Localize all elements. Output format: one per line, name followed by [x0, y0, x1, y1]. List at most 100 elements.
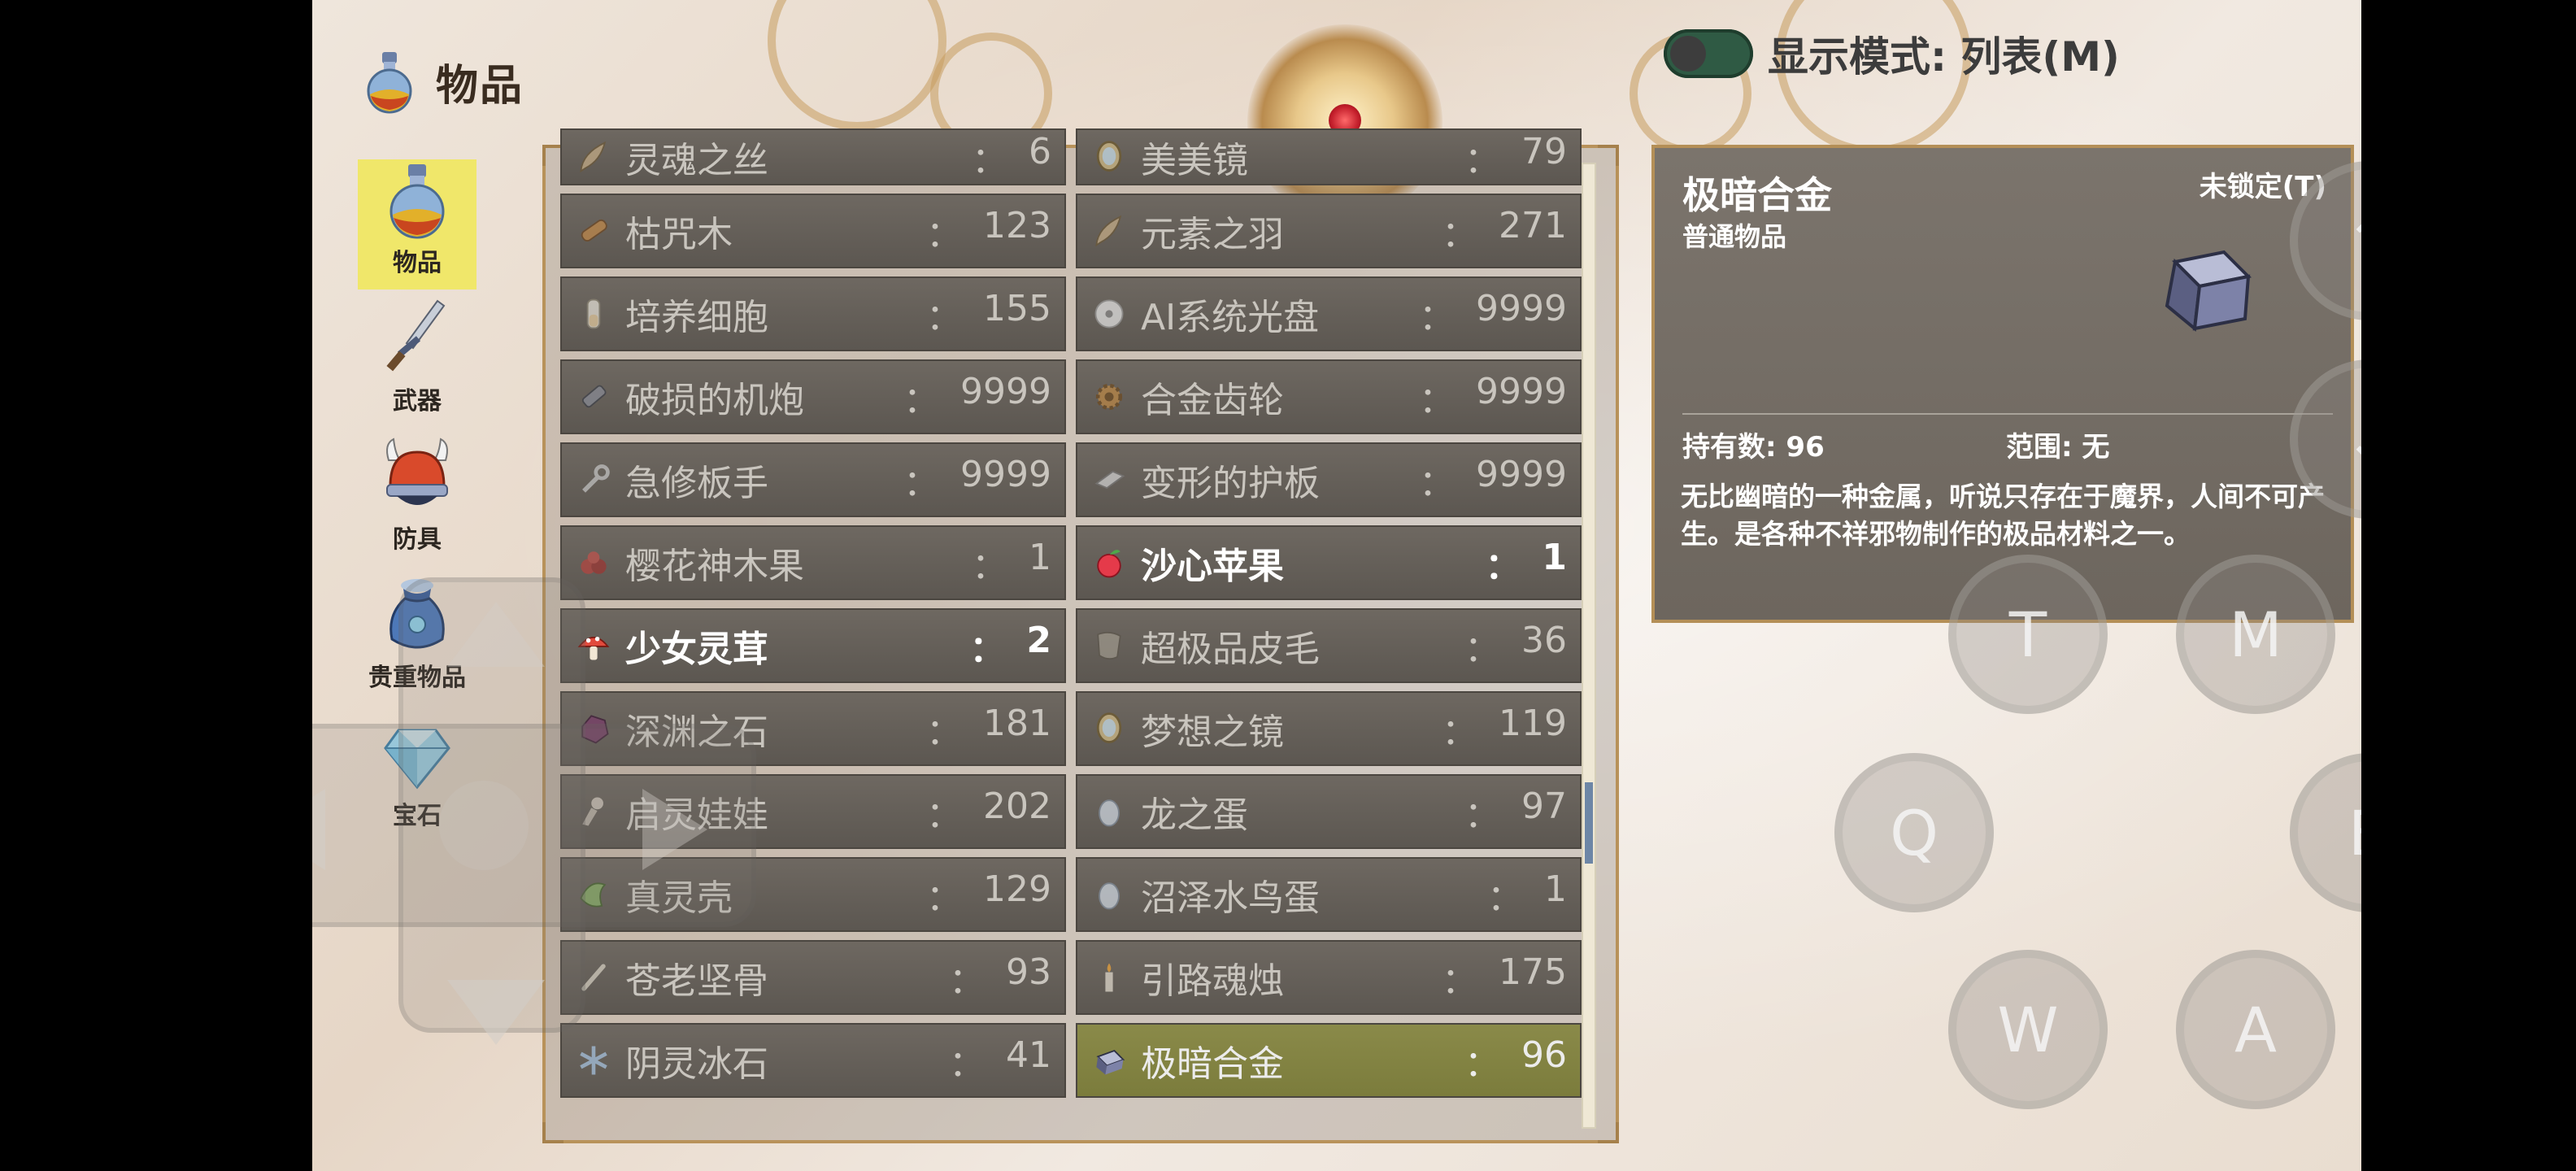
item-row[interactable]: 引路魂烛： 175 — [1076, 940, 1582, 1015]
dpad-center — [439, 781, 529, 870]
item-row[interactable]: 少女灵茸： 2 — [560, 608, 1066, 683]
item-row[interactable]: 美美镜： 79 — [1076, 128, 1582, 185]
dpad-down-arrow[interactable] — [447, 980, 545, 1045]
a-button[interactable]: A — [2176, 950, 2335, 1109]
item-row[interactable]: 阴灵冰石： 41 — [560, 1023, 1066, 1098]
item-row[interactable]: 龙之蛋： 97 — [1076, 774, 1582, 849]
quantity-separator: ： — [926, 712, 963, 753]
item-row[interactable]: AI系统光盘： 9999 — [1076, 276, 1582, 351]
q-button[interactable]: Q — [1834, 753, 1994, 912]
quantity-separator: ： — [1464, 794, 1500, 836]
category-armor[interactable]: 防具 — [358, 436, 476, 566]
item-qty-value: 129 — [983, 868, 1051, 910]
item-qty-value: 9999 — [960, 454, 1051, 495]
item-row[interactable]: 元素之羽： 271 — [1076, 194, 1582, 268]
helmet-icon — [386, 437, 448, 505]
item-qty-value: 202 — [983, 786, 1051, 827]
item-row[interactable]: 超极品皮毛： 36 — [1076, 608, 1582, 683]
item-detail-panel: 极暗合金 未锁定(T) 普通物品 持有数: 96 范围: 无 无比幽暗的一种金属… — [1651, 145, 2354, 623]
quantity-separator: ： — [1487, 877, 1523, 919]
t-button[interactable]: T — [1948, 555, 2108, 714]
item-quantity: ： 93 — [949, 951, 1051, 1003]
item-quantity: ： 9999 — [1419, 454, 1567, 506]
mirror-icon — [1089, 708, 1129, 749]
item-qty-value: 36 — [1521, 620, 1567, 661]
item-qty-value: 41 — [1006, 1034, 1051, 1076]
item-row[interactable]: 极暗合金： 96 — [1076, 1023, 1582, 1098]
item-quantity: ： 36 — [1464, 620, 1567, 672]
item-qty-value: 271 — [1499, 205, 1567, 246]
item-row[interactable]: 培养细胞： 155 — [560, 276, 1066, 351]
dpad-right-arrow[interactable] — [642, 789, 707, 870]
m-button[interactable]: M — [2176, 555, 2335, 714]
quantity-separator: ： — [926, 297, 963, 338]
item-qty-value: 6 — [1029, 131, 1051, 172]
egg-icon — [1089, 874, 1129, 915]
gear-icon — [1089, 377, 1129, 417]
berry-icon — [573, 542, 614, 583]
display-mode-label: 显示模式: 列表(M) — [1768, 33, 2120, 81]
item-quantity: ： 97 — [1464, 786, 1567, 838]
quantity-separator: ： — [1442, 214, 1478, 255]
fur-icon — [1089, 625, 1129, 666]
item-row[interactable]: 灵魂之丝： 6 — [560, 128, 1066, 185]
item-row[interactable]: 梦想之镜： 119 — [1076, 691, 1582, 766]
display-mode-control[interactable]: 显示模式: 列表(M) — [1664, 24, 2120, 83]
item-quantity: ： 1 — [1487, 868, 1567, 921]
ingot-icon — [2165, 250, 2252, 332]
mirror-icon — [1089, 137, 1129, 177]
item-qty-value: 2 — [1026, 620, 1051, 661]
list-scrollbar[interactable] — [1582, 163, 1596, 1129]
item-qty-value: 97 — [1521, 786, 1567, 827]
item-qty-value: 155 — [983, 288, 1051, 329]
detail-held-count: 持有数: 96 — [1682, 431, 1825, 464]
item-qty-value: 9999 — [960, 371, 1051, 412]
ice-icon — [573, 1040, 614, 1081]
quantity-separator: ： — [903, 380, 940, 421]
item-quantity: ： 1 — [1485, 537, 1567, 589]
candle-icon — [1089, 957, 1129, 998]
item-qty-value: 79 — [1521, 131, 1567, 172]
item-qty-value: 9999 — [1476, 371, 1567, 412]
scrollbar-thumb[interactable] — [1585, 782, 1593, 864]
item-quantity: ： 9999 — [1419, 288, 1567, 340]
detail-range: 范围: 无 — [2006, 431, 2110, 464]
category-weapons[interactable]: 武器 — [358, 298, 476, 428]
item-quantity: ： 271 — [1442, 205, 1567, 257]
item-qty-value: 123 — [983, 205, 1051, 246]
item-row[interactable]: 急修板手： 9999 — [560, 442, 1066, 517]
quantity-separator: ： — [1464, 140, 1500, 181]
item-row[interactable]: 沙心苹果： 1 — [1076, 525, 1582, 600]
sword-icon — [386, 299, 446, 372]
plate-icon — [1089, 459, 1129, 500]
quantity-separator: ： — [969, 629, 1006, 670]
egg-icon — [1089, 791, 1129, 832]
display-mode-toggle[interactable] — [1664, 29, 1753, 78]
quantity-separator: ： — [1442, 960, 1478, 1002]
virtual-dpad[interactable] — [312, 577, 756, 1045]
quantity-separator: ： — [1419, 297, 1456, 338]
item-row[interactable]: 破损的机炮： 9999 — [560, 359, 1066, 434]
item-qty-value: 1 — [1542, 537, 1567, 578]
item-row[interactable]: 樱花神木果： 1 — [560, 525, 1066, 600]
quantity-separator: ： — [972, 546, 1007, 587]
item-qty-value: 1 — [1544, 868, 1567, 910]
item-quantity: ： 9999 — [903, 454, 1051, 506]
item-row[interactable]: 枯咒木： 123 — [560, 194, 1066, 268]
dpad-up-arrow[interactable] — [447, 602, 545, 667]
item-row[interactable]: 变形的护板： 9999 — [1076, 442, 1582, 517]
quantity-separator: ： — [926, 794, 963, 836]
wood-icon — [573, 211, 614, 251]
dpad-left-arrow[interactable] — [312, 789, 325, 870]
item-quantity: ： 129 — [926, 868, 1051, 921]
panel-corner — [1598, 145, 1619, 166]
item-row[interactable]: 沼泽水鸟蛋： 1 — [1076, 857, 1582, 932]
detail-item-type: 普通物品 — [1682, 221, 1787, 252]
category-items[interactable]: 物品 — [358, 159, 476, 289]
cannon-icon — [573, 377, 614, 417]
b-button[interactable]: B — [2290, 753, 2361, 912]
item-qty-value: 1 — [1029, 537, 1051, 578]
w-button[interactable]: W — [1948, 950, 2108, 1109]
apple-icon — [1089, 542, 1129, 583]
item-row[interactable]: 合金齿轮： 9999 — [1076, 359, 1582, 434]
